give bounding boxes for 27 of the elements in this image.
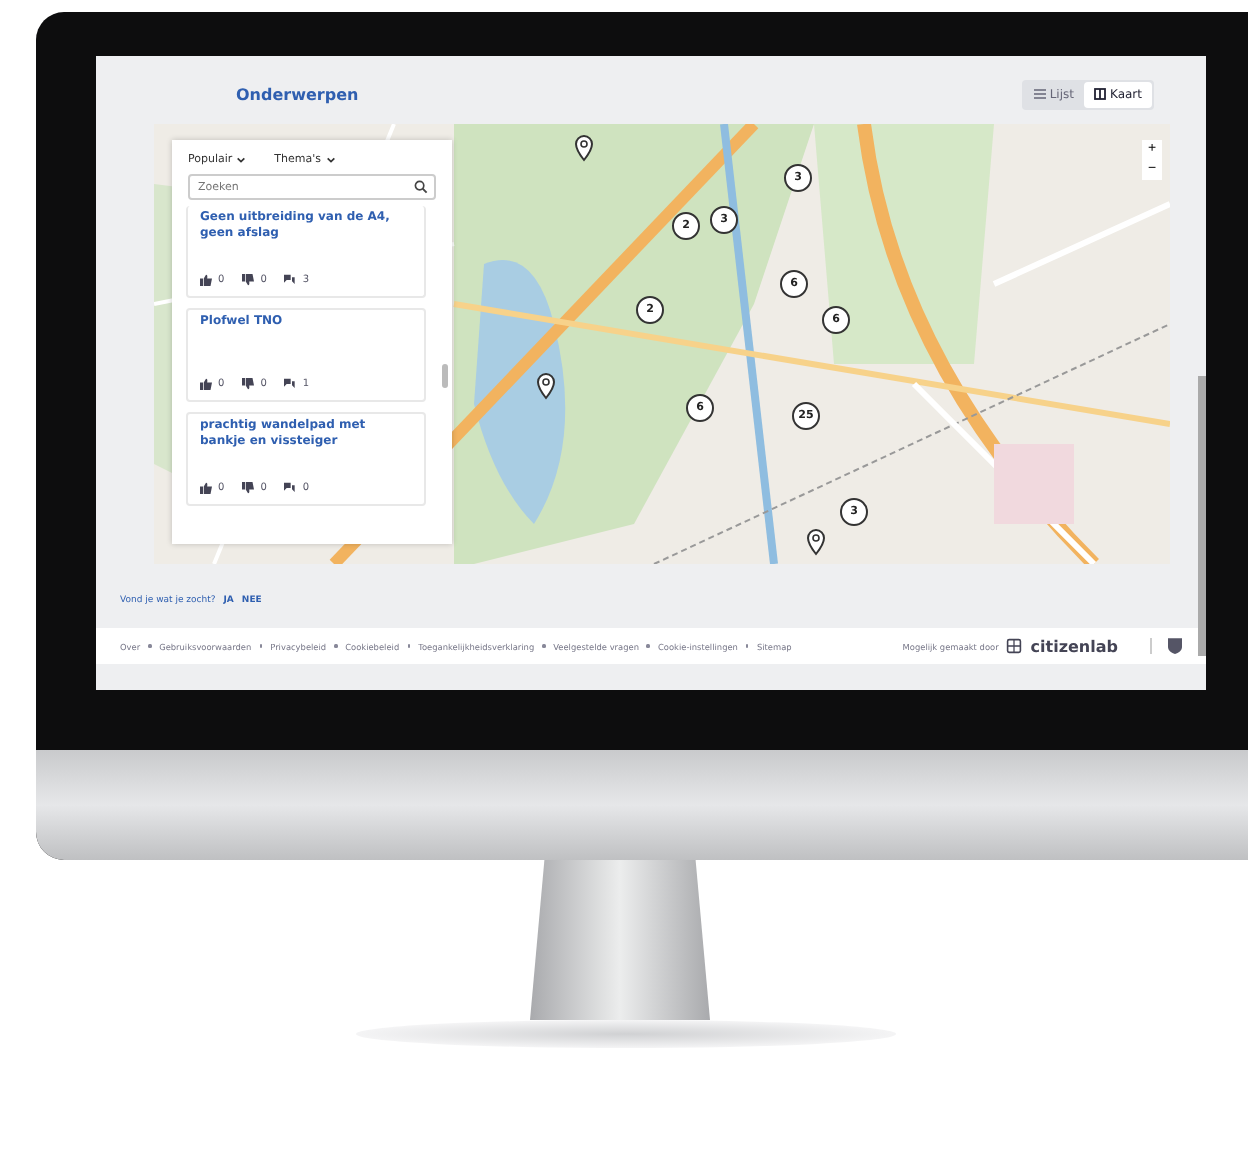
caret-icon xyxy=(325,156,335,164)
map-pin-icon[interactable] xyxy=(806,528,826,556)
thumbs-up-icon xyxy=(200,482,212,494)
map-pin-icon[interactable] xyxy=(574,134,594,162)
logo-icon xyxy=(1006,638,1023,654)
separator-dot xyxy=(148,644,152,648)
caret-icon xyxy=(236,156,247,164)
comments-icon xyxy=(284,378,297,390)
map-icon xyxy=(1093,88,1106,100)
page-scrollbar[interactable] xyxy=(1198,376,1206,656)
thumbs-down-icon xyxy=(242,274,255,286)
comments-icon xyxy=(284,482,297,494)
separator-dot xyxy=(334,644,338,648)
search-icon xyxy=(414,180,428,194)
scrollbar-thumb[interactable] xyxy=(442,364,448,388)
separator-dot xyxy=(646,644,650,648)
thumbs-down-icon xyxy=(242,378,255,390)
brand-name[interactable]: citizenlab xyxy=(1030,637,1118,655)
list-icon xyxy=(1033,88,1046,100)
comments-icon xyxy=(284,274,297,286)
separator-dot xyxy=(542,644,546,648)
thumbs-down-icon xyxy=(242,482,255,494)
shield-icon xyxy=(1150,638,1182,654)
thumbs-up-icon xyxy=(200,274,212,286)
page-title: Onderwerpen xyxy=(236,85,359,103)
map-pin-icon[interactable] xyxy=(536,372,556,400)
thumbs-up-icon xyxy=(200,378,212,390)
